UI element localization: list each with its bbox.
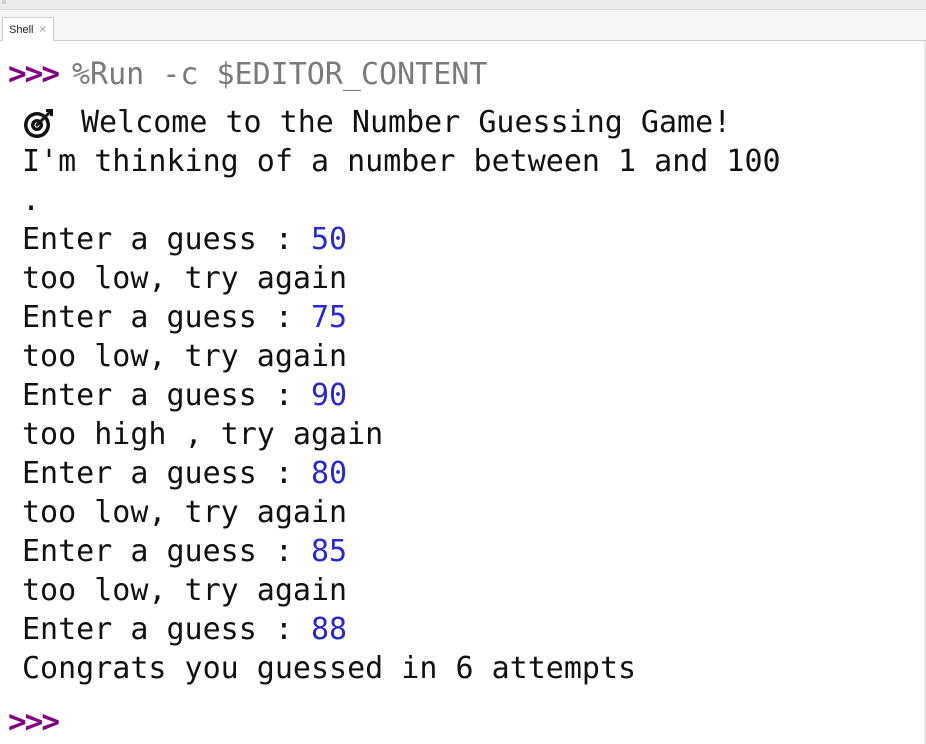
feedback-line: too low, try again bbox=[22, 339, 348, 374]
guess-value: 75 bbox=[310, 300, 348, 335]
guess-prompt-line: Enter a guess : 88 bbox=[22, 610, 781, 649]
program-output: Welcome to the Number Guessing Game! I'm… bbox=[22, 103, 781, 688]
tab-shell-label: Shell bbox=[9, 23, 34, 36]
command-line: >>> %Run -c $EDITOR_CONTENT bbox=[8, 55, 487, 93]
prompt-symbol: >>> bbox=[8, 56, 60, 92]
tab-shell[interactable]: Shell × bbox=[2, 17, 54, 41]
guess-prompt: Enter a guess : bbox=[22, 378, 311, 413]
tab-close-icon[interactable]: × bbox=[38, 24, 46, 35]
result-line: Congrats you guessed in 6 attempts bbox=[22, 651, 637, 686]
guess-prompt-line: Enter a guess : 90 bbox=[22, 376, 781, 415]
feedback-line: too high , try again bbox=[22, 417, 384, 452]
guess-value: 50 bbox=[310, 222, 348, 257]
input-prompt-line[interactable]: >>> bbox=[8, 703, 60, 741]
feedback-line: too low, try again bbox=[22, 495, 348, 530]
tab-bar: Shell × bbox=[0, 10, 926, 41]
guess-value: 80 bbox=[310, 456, 348, 491]
thinking-line: I'm thinking of a number between 1 and 1… bbox=[22, 144, 781, 179]
welcome-line: Welcome to the Number Guessing Game! bbox=[22, 103, 781, 142]
guess-prompt: Enter a guess : bbox=[22, 222, 311, 257]
guess-value: 85 bbox=[310, 534, 348, 569]
guess-prompt: Enter a guess : bbox=[22, 534, 311, 569]
guess-prompt: Enter a guess : bbox=[22, 300, 311, 335]
prompt-symbol: >>> bbox=[8, 704, 60, 740]
feedback-line: too low, try again bbox=[22, 573, 348, 608]
panel-corner bbox=[2, 0, 6, 4]
guess-value: 90 bbox=[310, 378, 348, 413]
welcome-text: Welcome to the Number Guessing Game! bbox=[81, 105, 732, 140]
thinking-wrap-line: . bbox=[22, 183, 41, 218]
run-command: %Run -c $EDITOR_CONTENT bbox=[72, 56, 488, 92]
guess-prompt-line: Enter a guess : 75 bbox=[22, 298, 781, 337]
editor-panel-edge bbox=[0, 0, 926, 10]
thonny-shell-window: Shell × >>> %Run -c $EDITOR_CONTENT Welco… bbox=[0, 0, 926, 744]
target-icon bbox=[24, 108, 53, 138]
guess-value: 88 bbox=[310, 612, 348, 647]
feedback-line: too low, try again bbox=[22, 261, 348, 296]
guess-prompt: Enter a guess : bbox=[22, 456, 311, 491]
guess-prompt-line: Enter a guess : 50 bbox=[22, 220, 781, 259]
shell-console[interactable]: >>> %Run -c $EDITOR_CONTENT Welcome to th… bbox=[0, 41, 926, 744]
guess-prompt: Enter a guess : bbox=[22, 612, 311, 647]
guess-prompt-line: Enter a guess : 80 bbox=[22, 454, 781, 493]
guess-prompt-line: Enter a guess : 85 bbox=[22, 532, 781, 571]
